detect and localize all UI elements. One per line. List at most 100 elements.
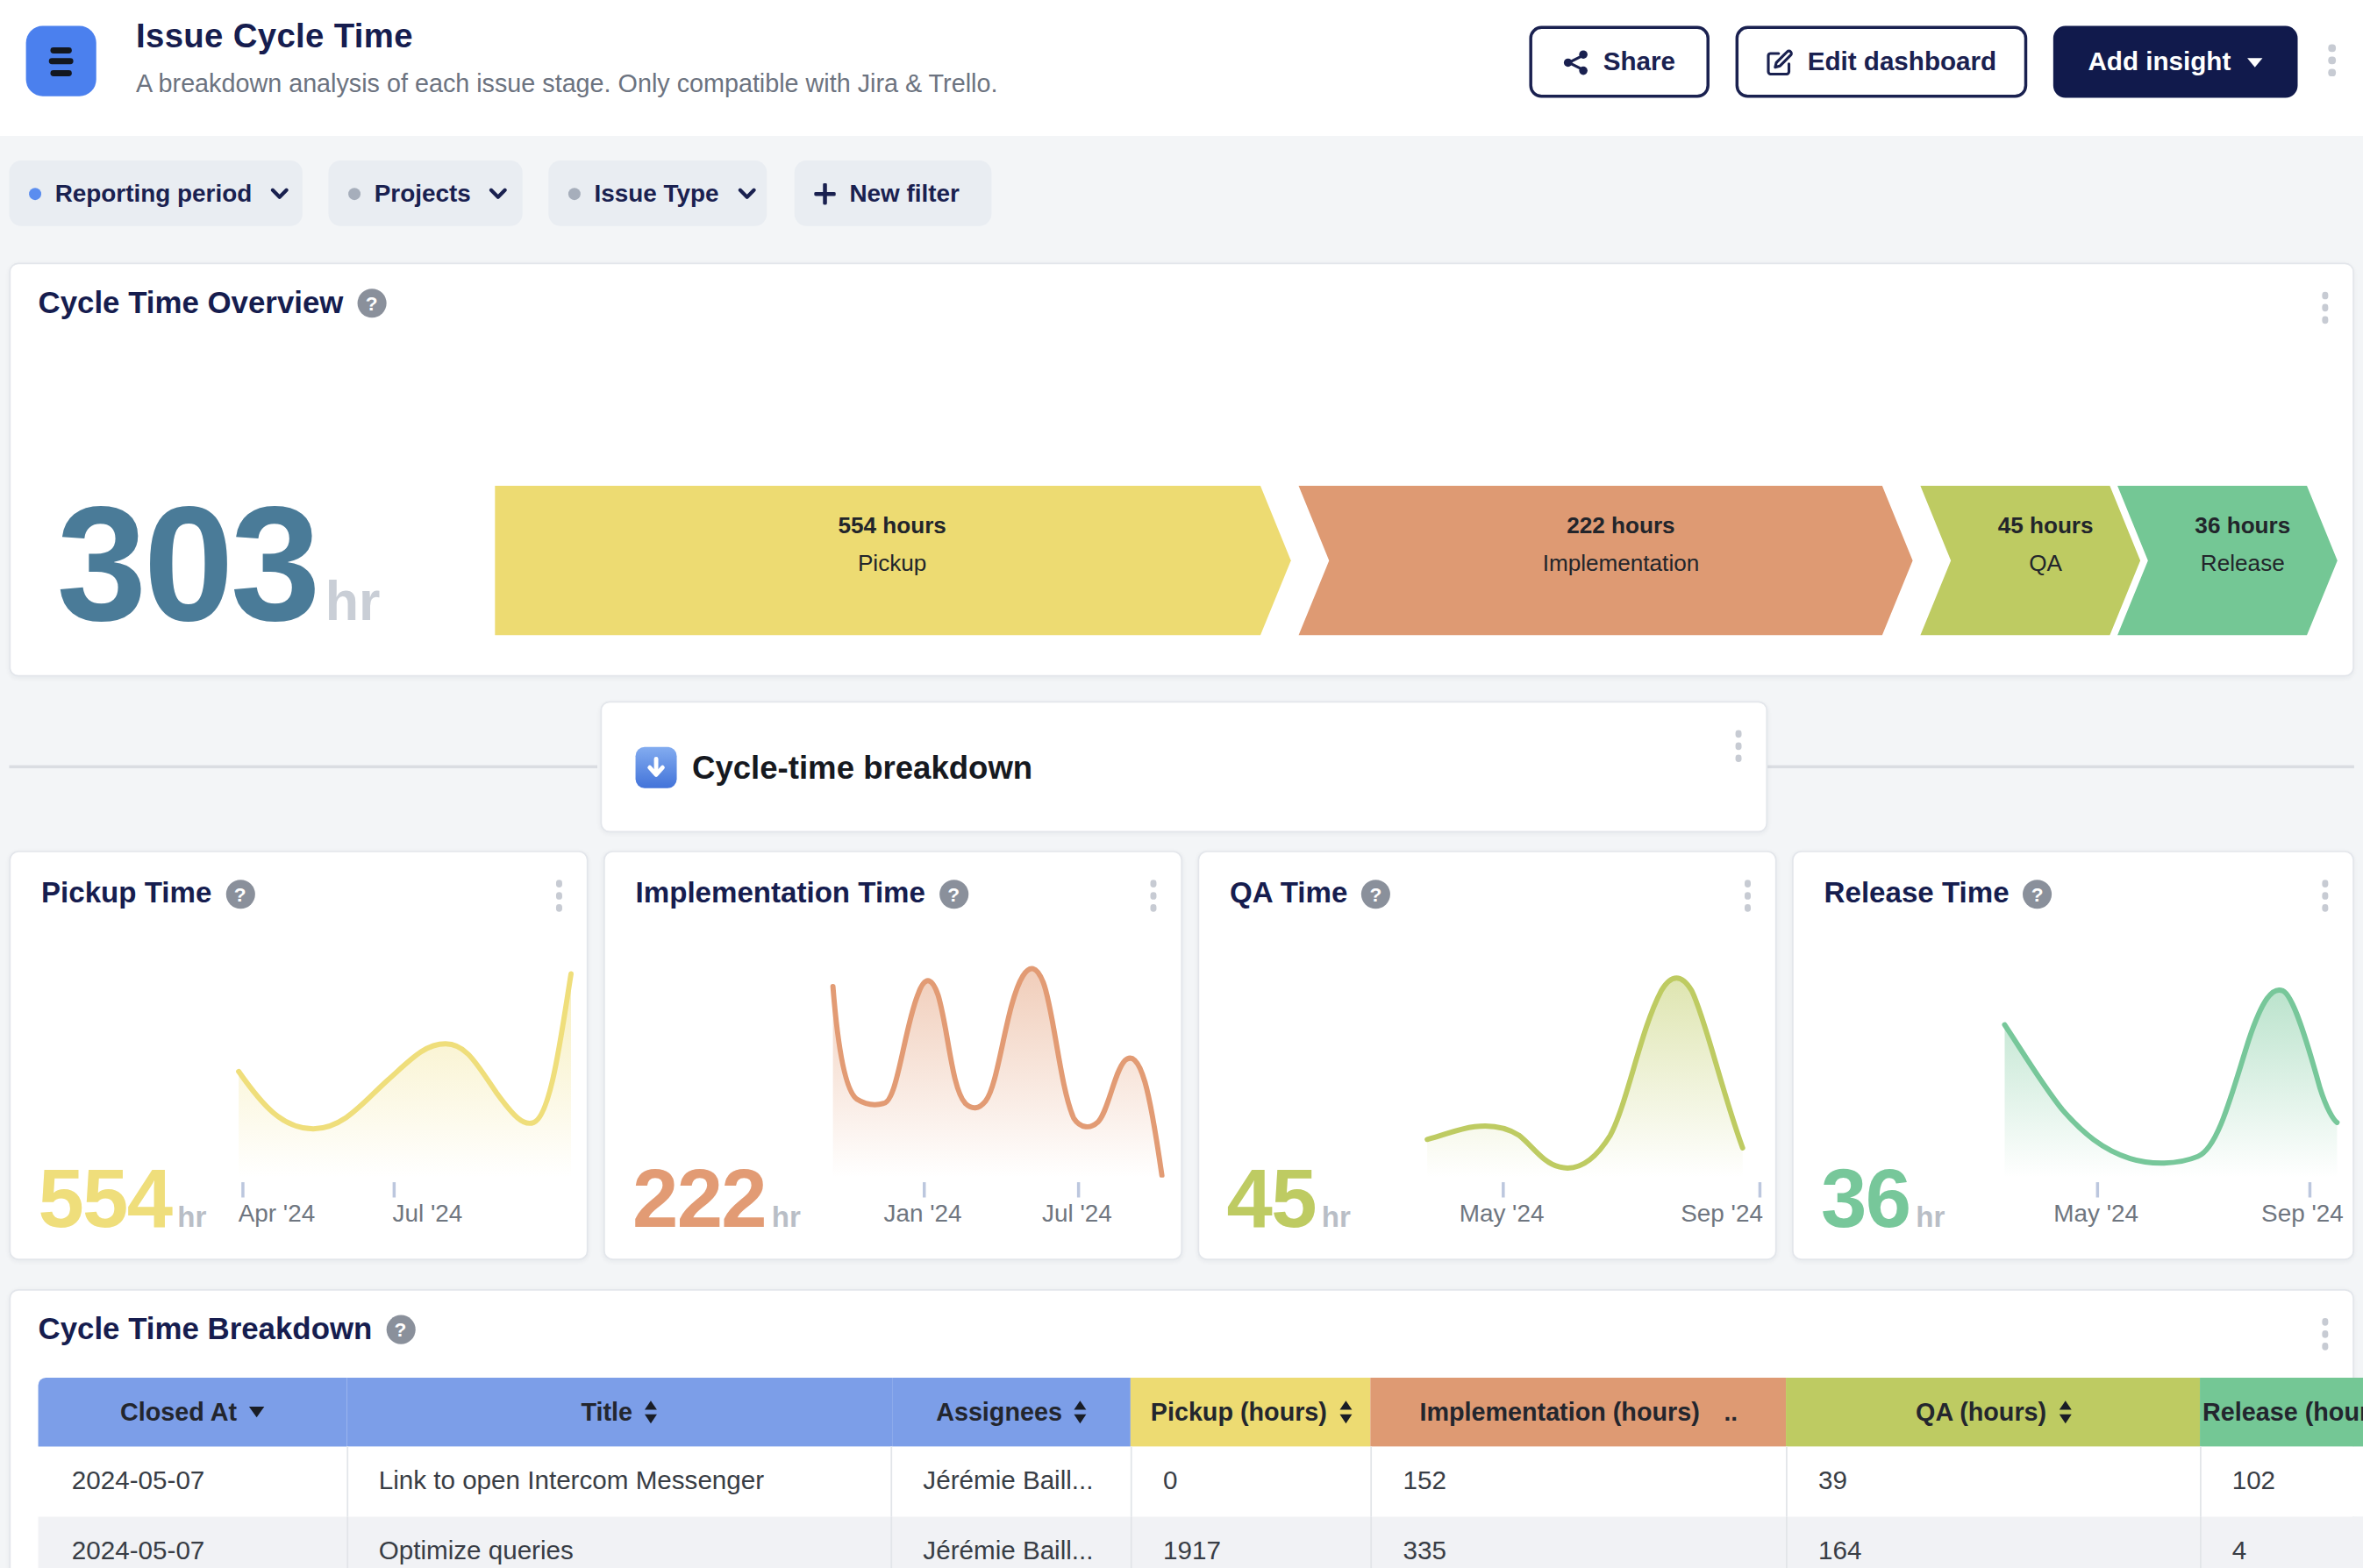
filter-dot <box>348 187 361 199</box>
chevron-down-icon <box>489 187 508 199</box>
qa-card-title: QA Time <box>1230 877 1347 910</box>
sort-desc-icon <box>249 1407 264 1417</box>
banner-title: Cycle-time breakdown <box>636 747 1033 788</box>
funnel-label-implementation: 222 hoursImplementation <box>1543 506 1700 582</box>
sort-icon <box>645 1401 657 1423</box>
total-cycle-time-value: 303 <box>56 498 318 631</box>
pickup-value: 554 hr <box>39 1165 207 1234</box>
cycle-time-breakdown-card: Cycle Time Breakdown ? Closed At Title A… <box>9 1289 2354 1568</box>
overview-kebab-menu[interactable] <box>2322 292 2329 324</box>
pickup-time-card: Pickup Time ? 554 hr Apr '24 Jul '24 <box>9 851 588 1260</box>
axis-tick <box>2309 1182 2311 1197</box>
pickup-kebab-menu[interactable] <box>555 880 562 911</box>
table-row[interactable]: 2024-05-07 Optimize queries Jérémie Bail… <box>39 1517 2363 1568</box>
column-header-closed-at[interactable]: Closed At <box>39 1378 346 1446</box>
help-icon[interactable]: ? <box>225 879 254 908</box>
qa-time-card: QA Time ? 45 hr May '24 Sep '24 <box>1197 851 1776 1260</box>
column-header-assignees[interactable]: Assignees <box>891 1378 1131 1446</box>
qa-kebab-menu[interactable] <box>1744 880 1751 911</box>
filter-dot <box>568 187 581 199</box>
page-header: Issue Cycle Time A breakdown analysis of… <box>0 0 2363 136</box>
axis-label: Jan '24 <box>883 1201 961 1228</box>
plus-icon <box>814 182 835 203</box>
cycle-time-table: Closed At Title Assignees Pickup (hours)… <box>39 1378 2363 1568</box>
table-kebab-menu[interactable] <box>2322 1318 2329 1350</box>
table-row[interactable]: 2024-05-07 Link to open Intercom Messeng… <box>39 1446 2363 1516</box>
edit-dashboard-button[interactable]: Edit dashboard <box>1736 26 2028 98</box>
filter-dot <box>29 187 41 199</box>
sort-icon <box>2059 1401 2071 1423</box>
qa-value: 45 hr <box>1227 1165 1351 1234</box>
release-card-title: Release Time <box>1824 877 2010 910</box>
axis-label: Apr '24 <box>239 1201 315 1228</box>
filter-projects[interactable]: Projects <box>328 160 522 226</box>
help-icon[interactable]: ? <box>357 289 386 317</box>
total-cycle-time-unit: hr <box>325 570 381 634</box>
implementation-value: 222 hr <box>632 1165 801 1234</box>
sort-icon <box>1339 1401 1352 1423</box>
axis-label: May '24 <box>2053 1201 2138 1228</box>
title-block: Issue Cycle Time A breakdown analysis of… <box>136 17 997 97</box>
axis-tick <box>923 1182 925 1197</box>
page-title: Issue Cycle Time <box>136 17 997 56</box>
total-cycle-time: 303 hr <box>56 498 380 634</box>
implementation-sparkline <box>830 966 1169 1178</box>
cycle-time-overview-card: Cycle Time Overview ? 303 hr 554 hoursPi… <box>9 263 2354 677</box>
add-insight-button[interactable]: Add insight <box>2053 26 2298 98</box>
release-sparkline <box>2002 966 2341 1178</box>
axis-tick <box>393 1182 396 1197</box>
share-button[interactable]: Share <box>1529 26 1710 98</box>
section-divider-left <box>9 766 597 768</box>
dashboard-menu-icon[interactable] <box>26 26 96 96</box>
funnel-label-release: 36 hoursRelease <box>2195 506 2290 582</box>
axis-label: Jul '24 <box>1042 1201 1112 1228</box>
page-subtitle: A breakdown analysis of each issue stage… <box>136 68 997 97</box>
overview-card-title: Cycle Time Overview <box>39 286 344 321</box>
release-time-card: Release Time ? 36 hr May '24 Sep '24 <box>1792 851 2354 1260</box>
help-icon[interactable]: ? <box>2023 879 2052 908</box>
axis-tick <box>2096 1182 2099 1197</box>
column-header-qa[interactable]: QA (hours) <box>1787 1378 2201 1446</box>
column-header-implementation[interactable]: Implementation (hours).. <box>1371 1378 1787 1446</box>
table-header-row: Closed At Title Assignees Pickup (hours)… <box>39 1378 2363 1446</box>
sort-hint: .. <box>1724 1399 1738 1426</box>
pickup-sparkline <box>235 966 575 1178</box>
filter-issue-type[interactable]: Issue Type <box>548 160 767 226</box>
arrow-down-emoji-icon <box>636 747 677 788</box>
qa-sparkline <box>1424 966 1763 1178</box>
help-icon[interactable]: ? <box>1361 879 1390 908</box>
banner-kebab-menu[interactable] <box>1735 731 1742 762</box>
axis-tick <box>1502 1182 1504 1197</box>
new-filter-button[interactable]: New filter <box>795 160 992 226</box>
header-kebab-menu[interactable] <box>2328 45 2335 76</box>
implementation-time-card: Implementation Time ? 222 hr Jan '24 Jul… <box>603 851 1182 1260</box>
axis-label: Sep '24 <box>2261 1201 2344 1228</box>
dashboard-page: Issue Cycle Time A breakdown analysis of… <box>0 0 2363 1568</box>
section-divider-right <box>1767 766 2354 768</box>
axis-label: May '24 <box>1460 1201 1545 1228</box>
axis-label: Jul '24 <box>393 1201 463 1228</box>
edit-icon <box>1767 48 1794 75</box>
implementation-kebab-menu[interactable] <box>1150 880 1157 911</box>
axis-tick <box>1759 1182 1761 1197</box>
axis-tick <box>241 1182 244 1197</box>
implementation-card-title: Implementation Time <box>636 877 925 910</box>
column-header-title[interactable]: Title <box>346 1378 891 1446</box>
table-card-title: Cycle Time Breakdown <box>39 1312 373 1347</box>
pickup-card-title: Pickup Time <box>41 877 211 910</box>
filter-reporting-period[interactable]: Reporting period <box>9 160 302 226</box>
chevron-down-icon <box>2247 57 2262 66</box>
release-value: 36 hr <box>1821 1165 1945 1234</box>
release-kebab-menu[interactable] <box>2322 880 2329 911</box>
funnel-label-qa: 45 hoursQA <box>1998 506 2094 582</box>
chevron-down-icon <box>737 187 755 199</box>
help-icon[interactable]: ? <box>386 1315 415 1344</box>
cycle-time-breakdown-banner: Cycle-time breakdown <box>600 701 1767 832</box>
funnel-label-pickup: 554 hoursPickup <box>838 506 946 582</box>
help-icon[interactable]: ? <box>939 879 968 908</box>
column-header-release[interactable]: Release (hours) <box>2201 1378 2363 1446</box>
axis-tick <box>1077 1182 1080 1197</box>
chevron-down-icon <box>270 187 289 199</box>
column-header-pickup[interactable]: Pickup (hours) <box>1132 1378 1371 1446</box>
sort-icon <box>1074 1401 1087 1423</box>
